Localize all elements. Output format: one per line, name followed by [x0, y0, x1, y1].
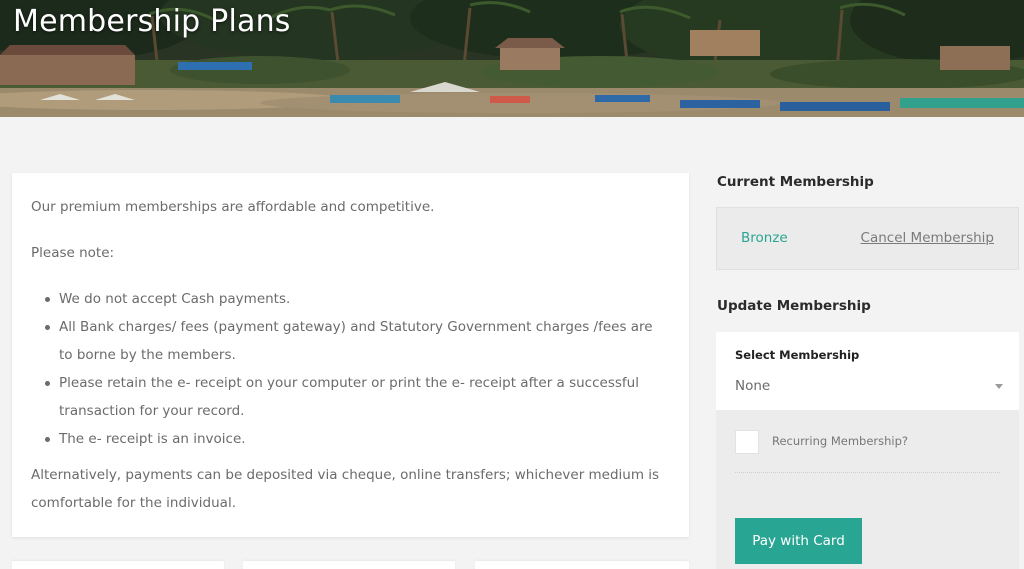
list-item-text: Please retain the e- receipt on your com… [59, 375, 639, 419]
bullet-icon [45, 437, 50, 442]
membership-info-card: Our premium memberships are affordable a… [12, 173, 689, 537]
current-membership-heading: Current Membership [717, 174, 874, 190]
plan-card [475, 561, 689, 569]
bullet-icon [45, 381, 50, 386]
recurring-membership-label: Recurring Membership? [772, 434, 909, 448]
recurring-membership-checkbox[interactable] [735, 430, 759, 454]
pay-with-card-button[interactable]: Pay with Card [735, 518, 862, 564]
current-membership-box: Bronze Cancel Membership [716, 207, 1019, 270]
page-title: Membership Plans [13, 4, 291, 39]
list-item: The e- receipt is an invoice. [31, 425, 670, 453]
list-item: We do not accept Cash payments. [31, 285, 670, 313]
bullet-icon [45, 325, 50, 330]
list-item: Please retain the e- receipt on your com… [31, 369, 670, 425]
intro-text: Our premium memberships are affordable a… [31, 199, 435, 215]
notes-list: We do not accept Cash payments. All Bank… [31, 285, 670, 453]
closing-text: Alternatively, payments can be deposited… [31, 467, 660, 511]
current-membership-level: Bronze [741, 230, 788, 246]
divider [735, 472, 1000, 473]
bullet-icon [45, 297, 50, 302]
list-item-text: We do not accept Cash payments. [59, 291, 291, 307]
plan-card [243, 561, 455, 569]
recurring-panel: Recurring Membership? Pay with Card [716, 410, 1019, 569]
cancel-membership-link[interactable]: Cancel Membership [861, 230, 994, 246]
select-membership-value[interactable]: None [735, 378, 770, 394]
list-item-text: The e- receipt is an invoice. [59, 431, 246, 447]
membership-select[interactable]: Select Membership None [716, 332, 1019, 410]
hero-banner: Membership Plans [0, 0, 1024, 117]
note-label: Please note: [31, 245, 115, 261]
select-membership-label: Select Membership [735, 348, 860, 362]
list-item: All Bank charges/ fees (payment gateway)… [31, 313, 670, 369]
plan-card [12, 561, 224, 569]
update-membership-heading: Update Membership [717, 298, 871, 314]
list-item-text: All Bank charges/ fees (payment gateway)… [59, 319, 653, 363]
chevron-down-icon[interactable] [995, 384, 1003, 389]
